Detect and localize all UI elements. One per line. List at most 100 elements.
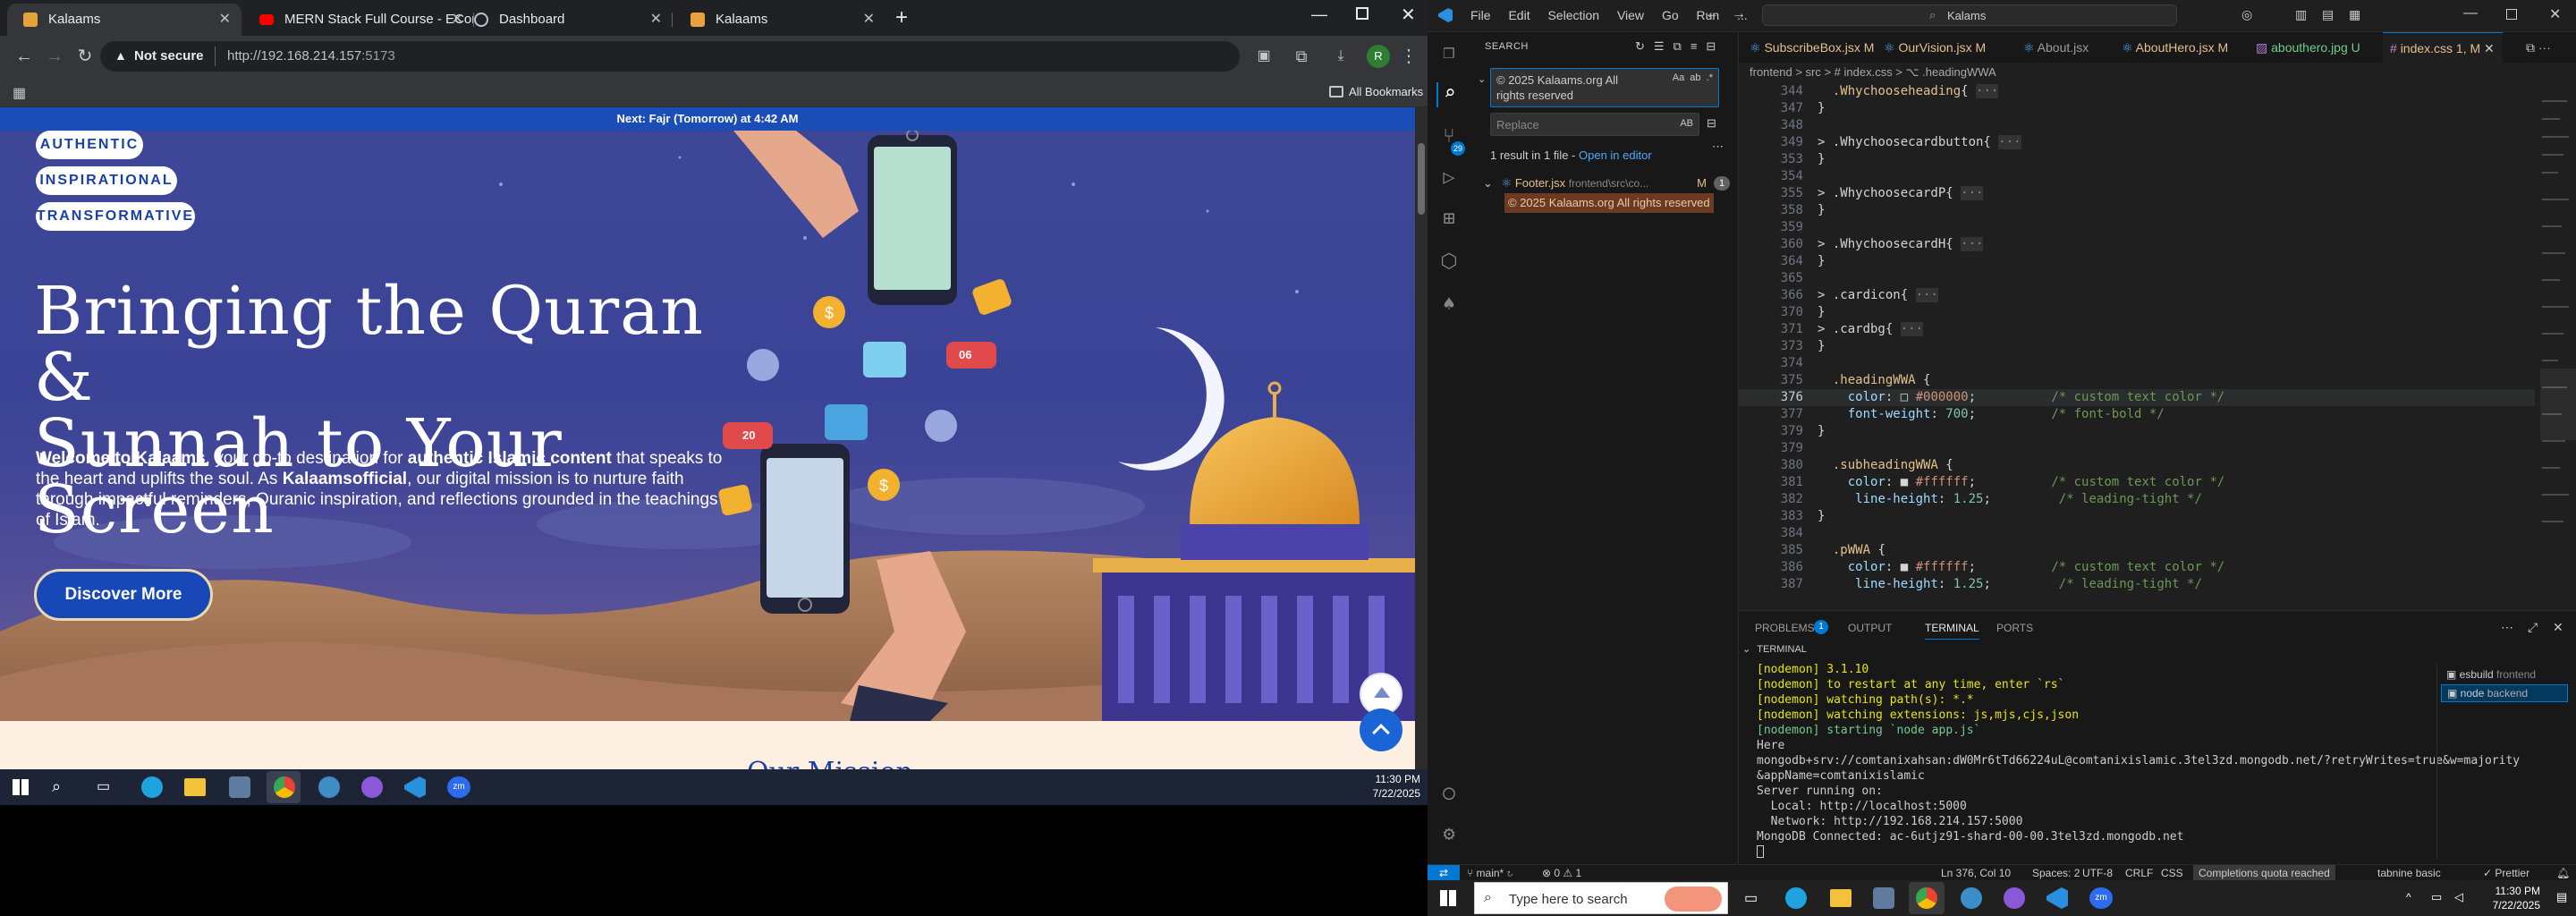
editor-tab[interactable]: ⚛ OurVision.jsx M: [1877, 32, 2016, 63]
copilot-icon[interactable]: ◎: [2241, 7, 2252, 22]
browser-tab-dashboard[interactable]: Dashboard ✕: [458, 4, 673, 36]
volume-icon[interactable]: ◁: [2454, 890, 2463, 904]
search-result-file[interactable]: ⌄ ⚛ Footer.jsx frontend\src\co... M 1: [1476, 174, 1735, 193]
toggle-replace-icon[interactable]: ⌄: [1478, 73, 1486, 85]
tabnine-status[interactable]: tabnine basic: [2377, 865, 2441, 880]
close-tab-icon[interactable]: ✕: [2480, 41, 2495, 55]
encoding[interactable]: UTF-8: [2082, 865, 2113, 880]
chrome-menu-icon[interactable]: ⋮: [1395, 43, 1422, 70]
new-tab-icon[interactable]: +: [889, 5, 914, 30]
extension-icon[interactable]: ▣: [1250, 43, 1277, 70]
remote-icon[interactable]: ⬡: [1436, 250, 1462, 276]
copilot-quota[interactable]: Completions quota reached: [2193, 865, 2335, 880]
nav-forward-icon[interactable]: →: [1732, 6, 1746, 22]
editor-tab[interactable]: ⚛ AboutHero.jsx M: [2114, 32, 2249, 63]
maximize-icon[interactable]: [2506, 9, 2517, 20]
extensions-puzzle-icon[interactable]: ⧉: [1288, 43, 1315, 70]
customize-layout-icon[interactable]: ▦: [2349, 7, 2360, 22]
bell-icon[interactable]: 🔔︎: [2556, 865, 2570, 880]
security-label[interactable]: Not secure: [134, 48, 204, 64]
code-editor[interactable]: 344 .Whychooseheading{ ··· 347} 348 349 > .W…: [1739, 82, 2535, 610]
layout-icon[interactable]: ▤: [2322, 7, 2334, 22]
maximize-icon[interactable]: [1356, 7, 1368, 20]
task-view-icon[interactable]: ▭: [97, 777, 110, 795]
replace-input[interactable]: Replace AB: [1490, 113, 1699, 136]
more-actions-icon[interactable]: ⋯: [2501, 620, 2513, 635]
open-in-editor-link[interactable]: Open in editor: [1579, 148, 1652, 162]
address-bar[interactable]: ▲ Not secure http://192.168.214.157:5173: [100, 41, 1240, 72]
search-input[interactable]: © 2025 Kalaams.org All rights reserved A…: [1490, 68, 1719, 107]
problems-status[interactable]: ⊗ 0 ⚠ 1: [1542, 865, 1581, 880]
discover-more-button[interactable]: Discover More: [34, 569, 213, 621]
editor-tab[interactable]: ▨ abouthero.jpg U: [2249, 32, 2383, 63]
zoom-icon[interactable]: zm: [2089, 887, 2113, 909]
editor-tab[interactable]: ⚛ SubscribeBox.jsx M: [1742, 32, 1877, 63]
chrome-icon[interactable]: [1916, 887, 1937, 909]
run-debug-icon[interactable]: ▷: [1436, 166, 1462, 191]
remote-indicator-icon[interactable]: ⇄: [1428, 865, 1460, 880]
app-icon[interactable]: [318, 776, 340, 798]
editor-actions-icon[interactable]: ⧉ ⋯: [2526, 32, 2551, 63]
browser-tab-kalaams[interactable]: Kalaams ✕: [7, 4, 242, 36]
match-case-icon[interactable]: Aa ab .*: [1673, 72, 1713, 83]
editor-tab[interactable]: # index.css 1, M ✕: [2383, 32, 2503, 63]
apps-grid-icon[interactable]: ▦: [13, 84, 26, 102]
tray-chevron-icon[interactable]: ^: [2406, 891, 2411, 903]
replace-all-icon[interactable]: ⊟: [1707, 116, 1716, 131]
menu-go[interactable]: Go: [1662, 8, 1679, 22]
vscode-icon[interactable]: [404, 776, 426, 798]
windows-start-icon[interactable]: [1440, 890, 1456, 906]
browser-tab-kalaams-2[interactable]: Kalaams ✕: [674, 4, 886, 36]
prettier-status[interactable]: ✓ Prettier: [2483, 865, 2529, 880]
forward-icon[interactable]: →: [41, 43, 68, 70]
search-icon[interactable]: ⌕: [52, 777, 61, 796]
terminal-item-esbuild[interactable]: ▣ esbuild frontend: [2446, 668, 2536, 681]
tab-problems[interactable]: PROBLEMS: [1755, 622, 1815, 634]
windows-start-icon[interactable]: [13, 779, 29, 795]
chrome-icon[interactable]: [274, 776, 295, 798]
store-icon[interactable]: [1873, 887, 1894, 909]
terminal-item-node[interactable]: ▣ node backend: [2441, 684, 2568, 702]
nav-back-icon[interactable]: ←: [1705, 6, 1719, 22]
file-explorer-icon[interactable]: [184, 778, 206, 796]
github-desktop-icon[interactable]: [2004, 887, 2025, 909]
tab-ports[interactable]: PORTS: [1996, 622, 2033, 634]
indentation[interactable]: Spaces: 2: [2032, 865, 2080, 880]
minimize-icon[interactable]: —: [1311, 5, 1327, 24]
search-view-icon[interactable]: ⌕: [1436, 82, 1462, 107]
tab-terminal[interactable]: TERMINAL: [1925, 622, 1979, 640]
command-center-search[interactable]: ⌕ Kalams: [1762, 4, 2177, 26]
store-icon[interactable]: [229, 776, 250, 798]
mongodb-leaf-icon[interactable]: ♠: [1436, 293, 1462, 318]
close-panel-icon[interactable]: ✕: [2553, 620, 2563, 635]
reload-icon[interactable]: ↻: [72, 43, 98, 70]
cursor-position[interactable]: Ln 376, Col 10: [1941, 865, 2011, 880]
close-tab-icon[interactable]: ✕: [650, 4, 662, 36]
downloads-icon[interactable]: ⤓: [1327, 43, 1354, 70]
notifications-icon[interactable]: ▤: [2556, 890, 2567, 904]
editor-tab[interactable]: ⚛ About.jsx: [2016, 32, 2114, 63]
file-explorer-icon[interactable]: [1830, 889, 1852, 907]
search-actions[interactable]: ↻☰⧉≡⊟: [1635, 39, 1724, 54]
line-ending[interactable]: CRLF: [2125, 865, 2153, 880]
edge-icon[interactable]: [1785, 887, 1807, 909]
close-window-icon[interactable]: ✕: [1401, 4, 1416, 26]
close-tab-icon[interactable]: ✕: [863, 4, 875, 36]
vscode-icon[interactable]: [2046, 887, 2068, 909]
zoom-icon[interactable]: zm: [447, 776, 470, 798]
git-branch[interactable]: ⑂ main* ↻: [1467, 865, 1513, 880]
back-icon[interactable]: ←: [11, 43, 38, 70]
close-icon[interactable]: ✕: [2549, 5, 2561, 23]
menu-edit[interactable]: Edit: [1508, 8, 1530, 22]
taskbar-search-box[interactable]: ⌕ Type here to search: [1474, 882, 1728, 914]
toggle-panel-icon[interactable]: ▥: [2295, 7, 2307, 22]
edge-icon[interactable]: [141, 776, 163, 798]
accounts-icon[interactable]: ◯: [1436, 782, 1462, 807]
browser-tab-mern[interactable]: MERN Stack Full Course - ECom ✕: [243, 4, 474, 36]
scroll-to-top-button[interactable]: [1360, 708, 1402, 751]
all-bookmarks[interactable]: All Bookmarks: [1349, 85, 1423, 98]
profile-avatar[interactable]: R: [1367, 45, 1390, 68]
close-tab-icon[interactable]: ✕: [219, 4, 231, 36]
manage-gear-icon[interactable]: ⚙: [1436, 823, 1462, 848]
github-desktop-icon[interactable]: [361, 776, 383, 798]
